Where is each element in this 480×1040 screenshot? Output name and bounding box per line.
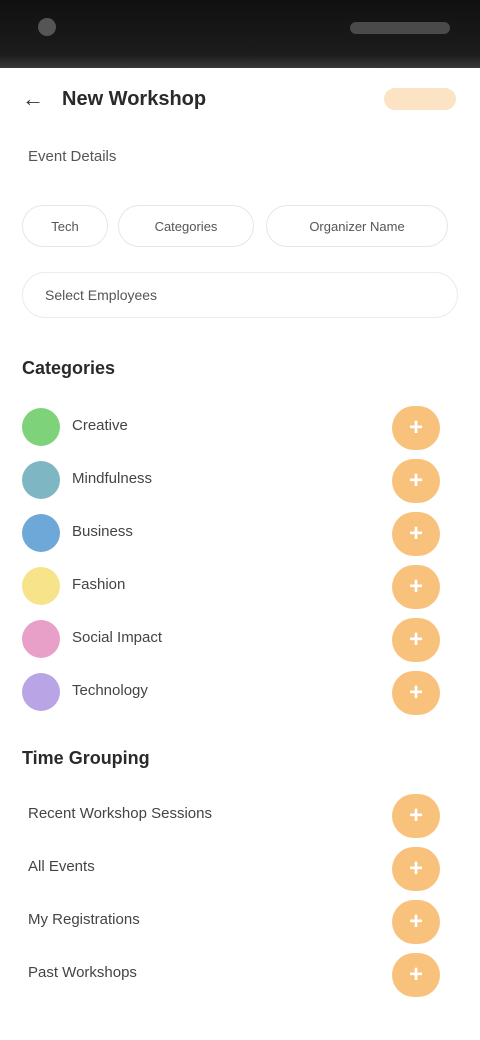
time-group-label: Recent Workshop Sessions (28, 805, 212, 822)
status-bar (0, 0, 480, 68)
filter-chips: Tech Categories Organizer Name (0, 205, 480, 249)
category-swatch (22, 461, 60, 499)
category-row[interactable]: Technology + (0, 667, 480, 719)
category-label: Mindfulness (72, 470, 153, 487)
category-label: Creative (72, 417, 128, 434)
time-group-row[interactable]: Recent Workshop Sessions + (0, 790, 480, 842)
add-button[interactable]: + (392, 512, 440, 556)
add-button[interactable]: + (392, 406, 440, 450)
add-button[interactable]: + (392, 900, 440, 944)
time-group-label: Past Workshops (28, 964, 137, 981)
add-button[interactable]: + (392, 847, 440, 891)
add-button[interactable]: + (392, 565, 440, 609)
add-button[interactable]: + (392, 618, 440, 662)
status-icons (350, 22, 450, 34)
filter-chip-categories[interactable]: Categories (118, 205, 254, 247)
filter-chip-organizer[interactable]: Organizer Name (266, 205, 448, 247)
add-button[interactable]: + (392, 794, 440, 838)
category-row[interactable]: Social Impact + (0, 614, 480, 666)
section-label: Event Details (28, 148, 117, 165)
time-group-label: My Registrations (28, 911, 140, 928)
categories-title: Categories (22, 358, 116, 378)
category-label: Social Impact (72, 629, 163, 646)
time-grouping-title: Time Grouping (22, 748, 150, 768)
time-group-row[interactable]: All Events + (0, 843, 480, 895)
page-title: New Workshop (62, 88, 207, 110)
category-row[interactable]: Mindfulness + (0, 455, 480, 507)
time-group-label: All Events (28, 858, 95, 875)
time-group-row[interactable]: My Registrations + (0, 896, 480, 948)
category-label: Technology (72, 682, 148, 699)
category-swatch (22, 673, 60, 711)
time-group-row[interactable]: Past Workshops + (0, 949, 480, 1001)
category-row[interactable]: Creative + (0, 402, 480, 454)
category-row[interactable]: Business + (0, 508, 480, 560)
status-dot-icon (38, 18, 56, 36)
category-row[interactable]: Fashion + (0, 561, 480, 613)
category-swatch (22, 567, 60, 605)
category-label: Fashion (72, 576, 126, 593)
category-label: Business (72, 523, 133, 540)
add-button[interactable]: + (392, 671, 440, 715)
back-arrow-icon[interactable]: ← (22, 88, 44, 110)
header-action-button[interactable] (384, 88, 456, 110)
category-swatch (22, 408, 60, 446)
filter-chip-tech[interactable]: Tech (22, 205, 108, 247)
select-employees-field[interactable]: Select Employees (22, 272, 458, 318)
category-swatch (22, 620, 60, 658)
add-button[interactable]: + (392, 459, 440, 503)
add-button[interactable]: + (392, 953, 440, 997)
category-swatch (22, 514, 60, 552)
